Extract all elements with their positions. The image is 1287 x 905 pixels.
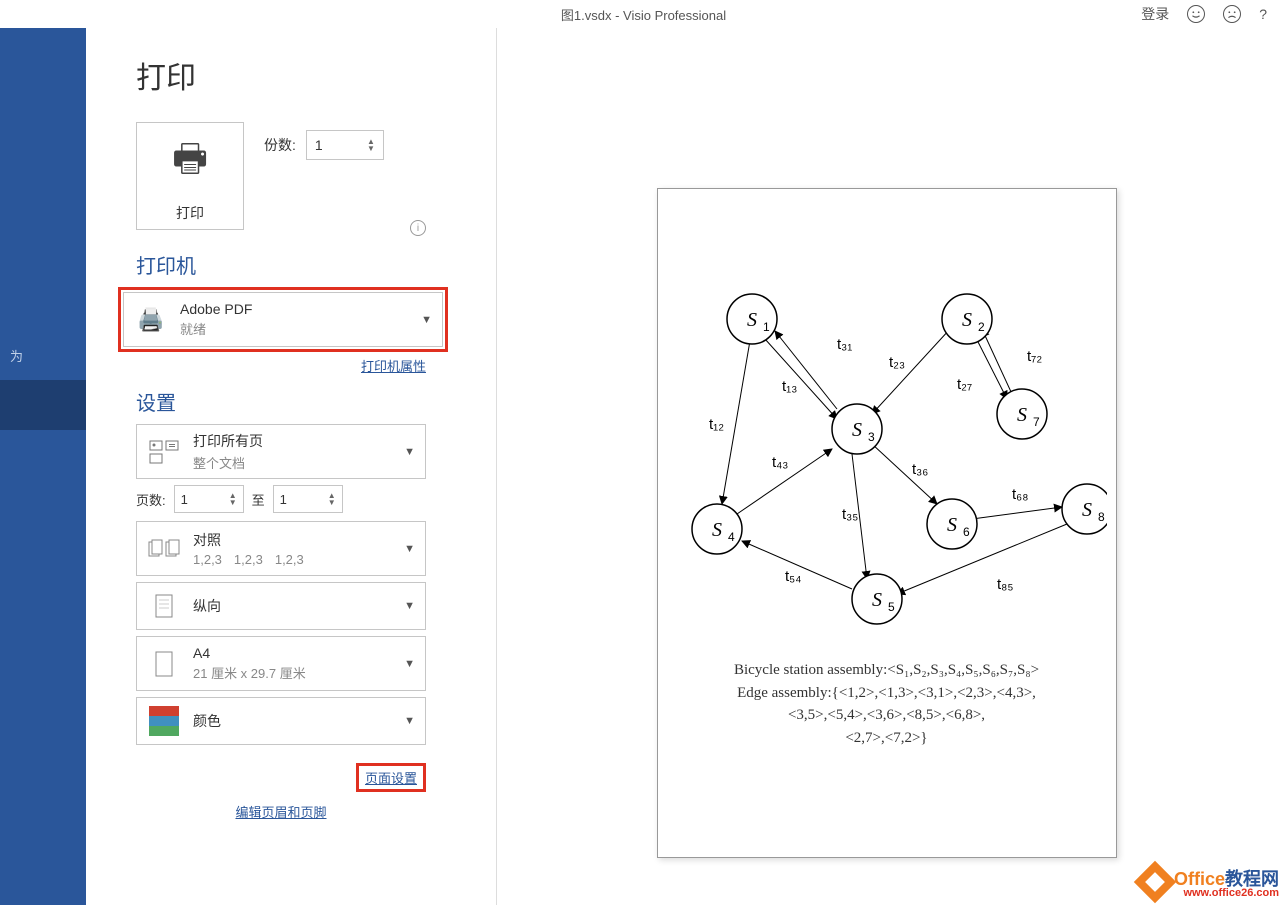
svg-text:t₁₃: t₁₃: [782, 378, 797, 395]
page-title: 打印: [136, 53, 486, 97]
sidebar-item-1[interactable]: 为: [0, 330, 86, 380]
pages-icon: [147, 435, 181, 469]
svg-text:S: S: [962, 309, 972, 331]
help-button[interactable]: ?: [1259, 6, 1267, 22]
svg-text:t₃₁: t₃₁: [837, 336, 852, 353]
page-setup-link[interactable]: 页面设置: [365, 771, 417, 786]
preview-page: S1 S2 S3 S4 S5 S6 S7 S8 t₁₂ t₁₃ t₃₁ t₂₃: [657, 188, 1117, 858]
page-to-stepper[interactable]: 1 ▲▼: [273, 485, 343, 513]
smile-icon[interactable]: [1187, 5, 1205, 23]
printer-device-icon: 🖨️: [134, 303, 168, 337]
print-button[interactable]: 🖶 打印: [136, 122, 244, 230]
printer-properties-link[interactable]: 打印机属性: [361, 359, 426, 374]
print-settings-panel: 打印 🖶 打印 份数: 1 ▲▼ i 打印机 🖨️: [86, 28, 486, 905]
svg-text:5: 5: [888, 600, 895, 614]
svg-text:t₈₅: t₈₅: [997, 576, 1013, 593]
backstage-main: 打印 🖶 打印 份数: 1 ▲▼ i 打印机 🖨️: [86, 28, 1287, 905]
chevron-down-icon: ▼: [404, 446, 415, 458]
svg-text:t₃₅: t₃₅: [842, 506, 858, 523]
svg-text:1: 1: [763, 320, 770, 334]
watermark-logo-icon: [1134, 861, 1176, 903]
spinner-icon[interactable]: ▲▼: [367, 138, 375, 152]
svg-text:7: 7: [1033, 415, 1040, 429]
info-icon[interactable]: i: [410, 220, 426, 236]
svg-text:S: S: [747, 309, 757, 331]
chevron-down-icon: ▼: [404, 543, 415, 555]
print-preview-area: S1 S2 S3 S4 S5 S6 S7 S8 t₁₂ t₁₃ t₃₁ t₂₃: [486, 28, 1287, 905]
chevron-down-icon: ▼: [404, 658, 415, 670]
svg-text:t₇₂: t₇₂: [1027, 348, 1042, 365]
printer-icon: 🖶: [172, 130, 208, 195]
collation-icon: [147, 532, 181, 566]
svg-text:t₅₄: t₅₄: [785, 568, 801, 585]
collation-selector[interactable]: 对照 1,2,31,2,31,2,3 ▼: [136, 521, 426, 576]
svg-text:S: S: [1082, 499, 1092, 521]
color-selector[interactable]: 颜色 ▼: [136, 697, 426, 745]
orientation-selector[interactable]: 纵向 ▼: [136, 582, 426, 630]
chevron-down-icon: ▼: [404, 600, 415, 612]
window-title: 图1.vsdx - Visio Professional: [561, 5, 726, 24]
svg-text:S: S: [852, 419, 862, 441]
portrait-icon: [147, 589, 181, 623]
login-link[interactable]: 登录: [1141, 4, 1169, 24]
svg-text:6: 6: [963, 525, 970, 539]
diagram-caption: Bicycle station assembly:<S₁,S₂,S₃,S₄,S₅…: [658, 659, 1116, 749]
watermark: Office教程网 www.office26.com: [1140, 865, 1279, 899]
svg-text:2: 2: [978, 320, 985, 334]
header-footer-link[interactable]: 编辑页眉和页脚: [235, 805, 326, 820]
print-scope-selector[interactable]: 打印所有页 整个文档 ▼: [136, 424, 426, 479]
pages-range-row: 页数: 1 ▲▼ 至 1 ▲▼: [136, 485, 426, 513]
color-icon: [147, 704, 181, 738]
printer-selector-highlight: 🖨️ Adobe PDF 就绪 ▼: [118, 287, 448, 352]
svg-text:t₂₃: t₂₃: [889, 354, 905, 371]
paper-size-selector[interactable]: A4 21 厘米 x 29.7 厘米 ▼: [136, 636, 426, 691]
settings-section-header: 设置: [136, 387, 486, 416]
svg-text:S: S: [712, 519, 722, 541]
svg-text:S: S: [1017, 404, 1027, 426]
page-from-stepper[interactable]: 1 ▲▼: [174, 485, 244, 513]
svg-text:t₃₆: t₃₆: [912, 461, 928, 478]
svg-text:S: S: [872, 589, 882, 611]
diagram-graph: S1 S2 S3 S4 S5 S6 S7 S8 t₁₂ t₁₃ t₃₁ t₂₃: [667, 269, 1107, 629]
title-bar: 图1.vsdx - Visio Professional 登录 ?: [0, 0, 1287, 28]
sidebar-item-active[interactable]: [0, 380, 86, 430]
copies-stepper[interactable]: 1 ▲▼: [306, 130, 384, 160]
svg-text:t₆₈: t₆₈: [1012, 486, 1028, 503]
svg-text:8: 8: [1098, 510, 1105, 524]
copies-label: 份数:: [264, 135, 296, 155]
page-setup-highlight: 页面设置: [356, 763, 426, 792]
svg-text:t₁₂: t₁₂: [709, 416, 724, 433]
backstage-sidebar: 为: [0, 0, 86, 905]
svg-text:S: S: [947, 514, 957, 536]
page-icon: [147, 647, 181, 681]
svg-text:3: 3: [868, 430, 875, 444]
printer-section-header: 打印机: [136, 250, 486, 279]
svg-text:t₄₃: t₄₃: [772, 454, 788, 471]
svg-text:t₂₇: t₂₇: [957, 376, 972, 393]
chevron-down-icon: ▼: [421, 314, 432, 326]
svg-text:4: 4: [728, 530, 735, 544]
panel-divider: [496, 28, 497, 905]
chevron-down-icon: ▼: [404, 715, 415, 727]
sad-icon[interactable]: [1223, 5, 1241, 23]
printer-selector[interactable]: 🖨️ Adobe PDF 就绪 ▼: [123, 292, 443, 347]
